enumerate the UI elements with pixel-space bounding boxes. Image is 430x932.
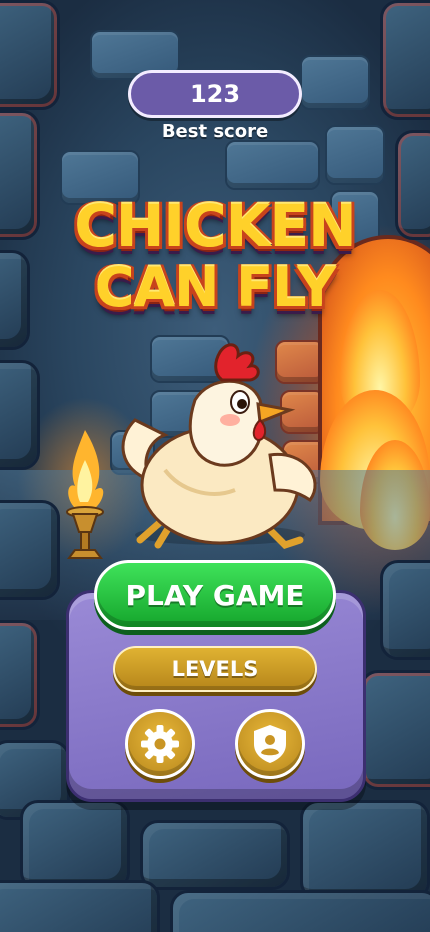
- settings-button[interactable]: [125, 709, 195, 779]
- play-game-button[interactable]: PLAY GAME: [94, 560, 336, 630]
- game-title-line2: CAN FLY: [94, 256, 336, 319]
- shield-user-icon: [254, 725, 286, 763]
- profile-button[interactable]: [235, 709, 305, 779]
- gear-icon: [141, 725, 179, 763]
- chicken-mascot: [121, 343, 317, 550]
- best-score-value: 123: [128, 70, 302, 118]
- torch-icon: [66, 430, 104, 559]
- best-score-label: Best score: [161, 121, 269, 142]
- levels-button[interactable]: LEVELS: [113, 646, 317, 692]
- game-title-line1: CHICKEN: [74, 192, 356, 260]
